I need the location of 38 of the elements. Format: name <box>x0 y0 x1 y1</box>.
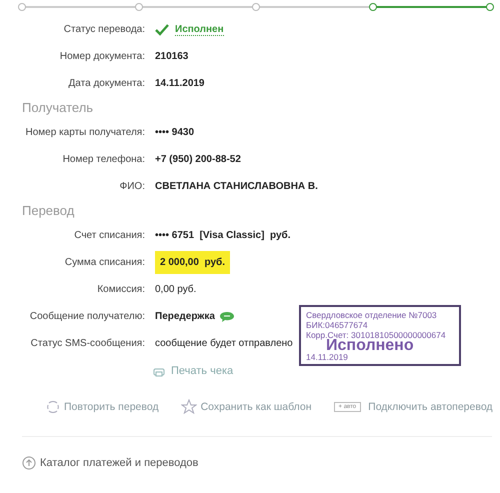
stamp-line: БИК:046577674 <box>306 320 369 330</box>
print-receipt-link[interactable]: Печать чека <box>171 365 234 377</box>
field-label: Номер телефона: <box>62 154 145 165</box>
field-value: сообщение будет отправлено <box>155 338 293 349</box>
field-label: Сообщение получателю: <box>30 311 145 322</box>
stamp-line: Корр.Счет: 30101810500000000674 <box>306 330 447 340</box>
section-title: Получатель <box>21 99 94 117</box>
printer-icon <box>153 366 165 376</box>
stamp-date: 14.11.2019 <box>306 352 349 362</box>
amount-value: 2 000,00 руб. <box>155 251 230 274</box>
field-label: Номер карты получателя: <box>26 127 145 138</box>
field-value: 0,00 руб. <box>155 284 196 295</box>
field-value: Передержка <box>155 311 215 322</box>
field-label: Сумма списания: <box>64 257 145 268</box>
stamp-status: Исполнено <box>326 340 414 352</box>
field-label: Статус SMS-сообщения: <box>30 338 145 349</box>
field-label: Дата документа: <box>68 78 145 89</box>
catalog-link[interactable]: Каталог платежей и переводов <box>22 456 198 470</box>
field-label: Комиссия: <box>97 284 145 295</box>
sms-bubble-icon <box>218 310 235 322</box>
section-title: Перевод <box>21 202 76 220</box>
stamp-line: Свердловское отделение №7003 <box>306 310 438 320</box>
status-link[interactable]: Исполнен <box>175 24 224 36</box>
star-icon <box>180 399 197 414</box>
action-link[interactable]: Сохранить как шаблон <box>180 399 312 414</box>
field-label: Счет списания: <box>74 230 145 241</box>
field-value: +7 (950) 200-88-52 <box>155 154 241 165</box>
field-value: 14.11.2019 <box>155 78 204 89</box>
checkmark-icon <box>155 24 169 36</box>
field-value: •••• 6751 [Visa Classic] руб. <box>155 230 290 241</box>
action-link[interactable]: Повторить перевод <box>46 399 159 414</box>
field-label: Номер документа: <box>60 51 145 62</box>
field-label: ФИО: <box>120 181 145 192</box>
refresh-icon <box>46 400 60 414</box>
field-value: •••• 9430 <box>155 127 194 138</box>
field-value: 210163 <box>155 51 188 62</box>
field-label: Статус перевода: <box>64 24 145 35</box>
field-value: СВЕТЛАНА СТАНИСЛАВОВНА В. <box>155 181 318 192</box>
